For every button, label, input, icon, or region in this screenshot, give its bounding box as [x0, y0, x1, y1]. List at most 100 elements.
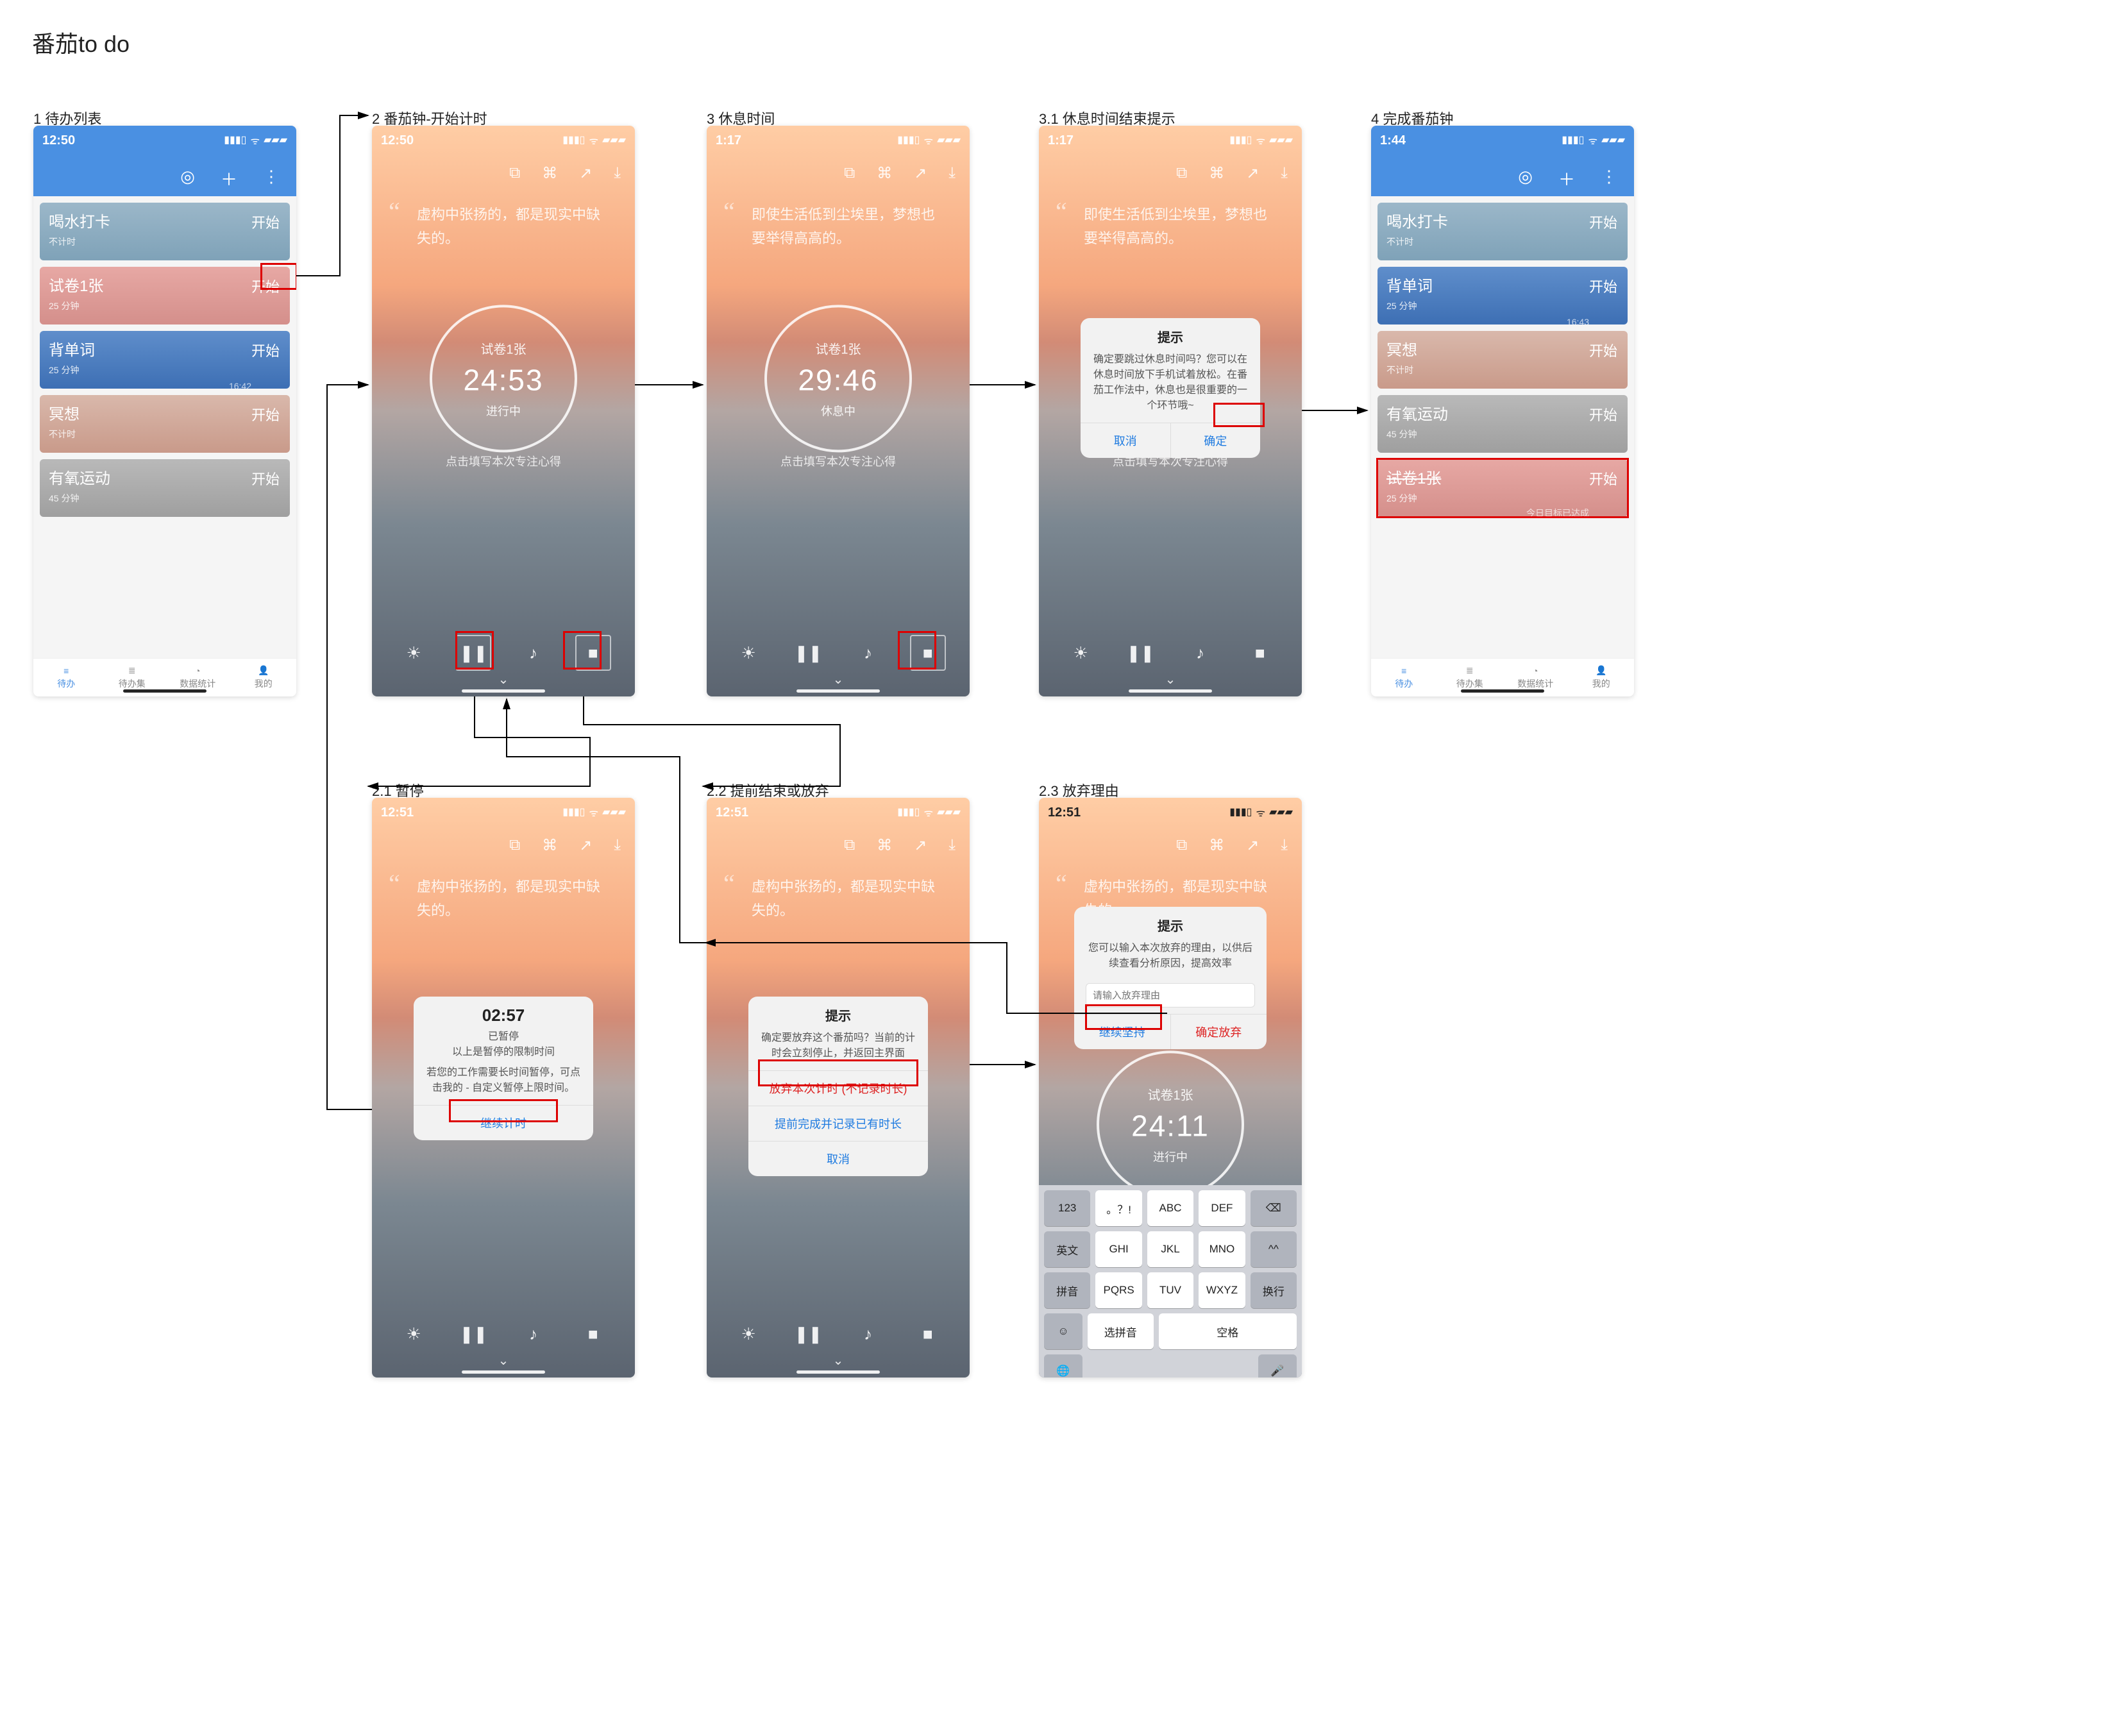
- finish-early-button[interactable]: 提前完成并记录已有时长: [748, 1106, 928, 1141]
- chevron-down-icon[interactable]: ⌄: [833, 1353, 844, 1369]
- key[interactable]: ☺: [1044, 1313, 1082, 1349]
- tab-0[interactable]: ≡待办: [33, 659, 99, 696]
- plus-icon[interactable]: ＋: [1558, 167, 1575, 190]
- key[interactable]: 空格: [1159, 1313, 1297, 1349]
- start-button[interactable]: 开始: [1589, 212, 1617, 232]
- music-icon[interactable]: ♪: [850, 1316, 886, 1352]
- start-button[interactable]: 开始: [1589, 340, 1617, 360]
- key[interactable]: WXYZ: [1199, 1272, 1245, 1308]
- note-hint[interactable]: 点击填写本次专注心得: [707, 453, 970, 469]
- todo-card[interactable]: 有氧运动45 分钟开始: [40, 459, 290, 517]
- key[interactable]: MNO: [1199, 1231, 1245, 1267]
- stop-button[interactable]: ■: [575, 1316, 611, 1352]
- key[interactable]: GHI: [1095, 1231, 1141, 1267]
- stop-button[interactable]: ■: [575, 635, 611, 671]
- key[interactable]: 英文: [1044, 1231, 1090, 1267]
- key[interactable]: DEF: [1199, 1190, 1245, 1226]
- music-icon[interactable]: ♪: [516, 635, 552, 671]
- pause-button[interactable]: ❚❚: [455, 635, 491, 671]
- key[interactable]: ⌫: [1251, 1190, 1297, 1226]
- todo-card[interactable]: 喝水打卡不计时开始: [1377, 203, 1628, 260]
- start-button[interactable]: 开始: [251, 468, 280, 489]
- pin-icon[interactable]: ◎: [180, 167, 195, 190]
- key[interactable]: 换行: [1251, 1272, 1297, 1308]
- stop-button[interactable]: ■: [910, 635, 946, 671]
- brightness-icon[interactable]: ☀: [1063, 635, 1099, 671]
- toolbar-icon-4[interactable]: ⤓: [614, 836, 621, 855]
- start-button[interactable]: 开始: [251, 212, 280, 232]
- toolbar-icon-2[interactable]: ⌘: [1209, 836, 1224, 855]
- start-button[interactable]: 开始: [1589, 276, 1617, 296]
- key[interactable]: JKL: [1147, 1231, 1193, 1267]
- tab-3[interactable]: 👤我的: [1569, 659, 1635, 696]
- brightness-icon[interactable]: ☀: [396, 635, 432, 671]
- todo-card[interactable]: 试卷1张25 分钟开始: [40, 267, 290, 324]
- pause-button[interactable]: ❚❚: [790, 635, 826, 671]
- toolbar-icon-2[interactable]: ⌘: [542, 836, 557, 855]
- key[interactable]: ^^: [1251, 1231, 1297, 1267]
- todo-card[interactable]: 有氧运动45 分钟开始: [1377, 395, 1628, 453]
- pin-icon[interactable]: ◎: [1518, 167, 1533, 190]
- key[interactable]: PQRS: [1095, 1272, 1141, 1308]
- toolbar-icon-3[interactable]: ↗: [914, 164, 927, 183]
- todo-card[interactable]: 背单词25 分钟开始16:43: [1377, 267, 1628, 324]
- start-button[interactable]: 开始: [251, 340, 280, 360]
- globe-key[interactable]: 🌐: [1044, 1354, 1082, 1378]
- pause-button[interactable]: ❚❚: [455, 1316, 491, 1352]
- key[interactable]: 选拼音: [1088, 1313, 1154, 1349]
- chevron-down-icon[interactable]: ⌄: [498, 671, 509, 687]
- toolbar-icon-1[interactable]: ⧉: [509, 836, 520, 855]
- toolbar-icon-2[interactable]: ⌘: [1209, 164, 1224, 183]
- more-icon[interactable]: ⋮: [263, 167, 280, 190]
- brightness-icon[interactable]: ☀: [396, 1316, 432, 1352]
- pause-button[interactable]: ❚❚: [1122, 635, 1158, 671]
- tab-3[interactable]: 👤我的: [231, 659, 297, 696]
- todo-card[interactable]: 背单词25 分钟开始16:42: [40, 331, 290, 389]
- toolbar-icon-2[interactable]: ⌘: [877, 836, 892, 855]
- toolbar-icon-2[interactable]: ⌘: [877, 164, 892, 183]
- todo-card[interactable]: 冥想不计时开始: [1377, 331, 1628, 389]
- mic-key[interactable]: 🎤: [1258, 1354, 1297, 1378]
- toolbar-icon-4[interactable]: ⤓: [1281, 164, 1288, 183]
- modal-ok-button[interactable]: 确定: [1171, 423, 1261, 458]
- brightness-icon[interactable]: ☀: [730, 635, 766, 671]
- key[interactable]: 。？!: [1095, 1190, 1141, 1226]
- continue-timer-button[interactable]: 继续计时: [414, 1105, 593, 1140]
- music-icon[interactable]: ♪: [516, 1316, 552, 1352]
- toolbar-icon-1[interactable]: ⧉: [844, 164, 855, 183]
- toolbar-icon-4[interactable]: ⤓: [1281, 836, 1288, 855]
- chevron-down-icon[interactable]: ⌄: [498, 1353, 509, 1369]
- note-hint[interactable]: 点击填写本次专注心得: [372, 453, 635, 469]
- toolbar-icon-3[interactable]: ↗: [1246, 836, 1259, 855]
- toolbar-icon-1[interactable]: ⧉: [509, 164, 520, 183]
- toolbar-icon-3[interactable]: ↗: [914, 836, 927, 855]
- modal-cancel-button[interactable]: 取消: [1081, 423, 1171, 458]
- key[interactable]: 123: [1044, 1190, 1090, 1226]
- music-icon[interactable]: ♪: [1183, 635, 1218, 671]
- confirm-abandon-button[interactable]: 确定放弃: [1171, 1015, 1267, 1049]
- brightness-icon[interactable]: ☀: [730, 1316, 766, 1352]
- pause-button[interactable]: ❚❚: [790, 1316, 826, 1352]
- toolbar-icon-4[interactable]: ⤓: [614, 164, 621, 183]
- abandon-button[interactable]: 放弃本次计时 (不记录时长): [748, 1070, 928, 1106]
- more-icon[interactable]: ⋮: [1601, 167, 1617, 190]
- toolbar-icon-3[interactable]: ↗: [579, 836, 592, 855]
- plus-icon[interactable]: ＋: [221, 167, 237, 190]
- toolbar-icon-3[interactable]: ↗: [579, 164, 592, 183]
- start-button[interactable]: 开始: [1589, 468, 1617, 489]
- start-button[interactable]: 开始: [251, 404, 280, 425]
- key[interactable]: TUV: [1147, 1272, 1193, 1308]
- start-button[interactable]: 开始: [251, 276, 280, 296]
- chevron-down-icon[interactable]: ⌄: [1165, 671, 1176, 687]
- toolbar-icon-1[interactable]: ⧉: [1176, 164, 1187, 183]
- start-button[interactable]: 开始: [1589, 404, 1617, 425]
- todo-card[interactable]: 试卷1张25 分钟开始今日目标已达成: [1377, 459, 1628, 517]
- chevron-down-icon[interactable]: ⌄: [833, 671, 844, 687]
- toolbar-icon-4[interactable]: ⤓: [948, 164, 956, 183]
- todo-card[interactable]: 喝水打卡不计时开始: [40, 203, 290, 260]
- key[interactable]: 拼音: [1044, 1272, 1090, 1308]
- music-icon[interactable]: ♪: [850, 635, 886, 671]
- toolbar-icon-4[interactable]: ⤓: [948, 836, 956, 855]
- todo-card[interactable]: 冥想不计时开始: [40, 395, 290, 453]
- toolbar-icon-3[interactable]: ↗: [1246, 164, 1259, 183]
